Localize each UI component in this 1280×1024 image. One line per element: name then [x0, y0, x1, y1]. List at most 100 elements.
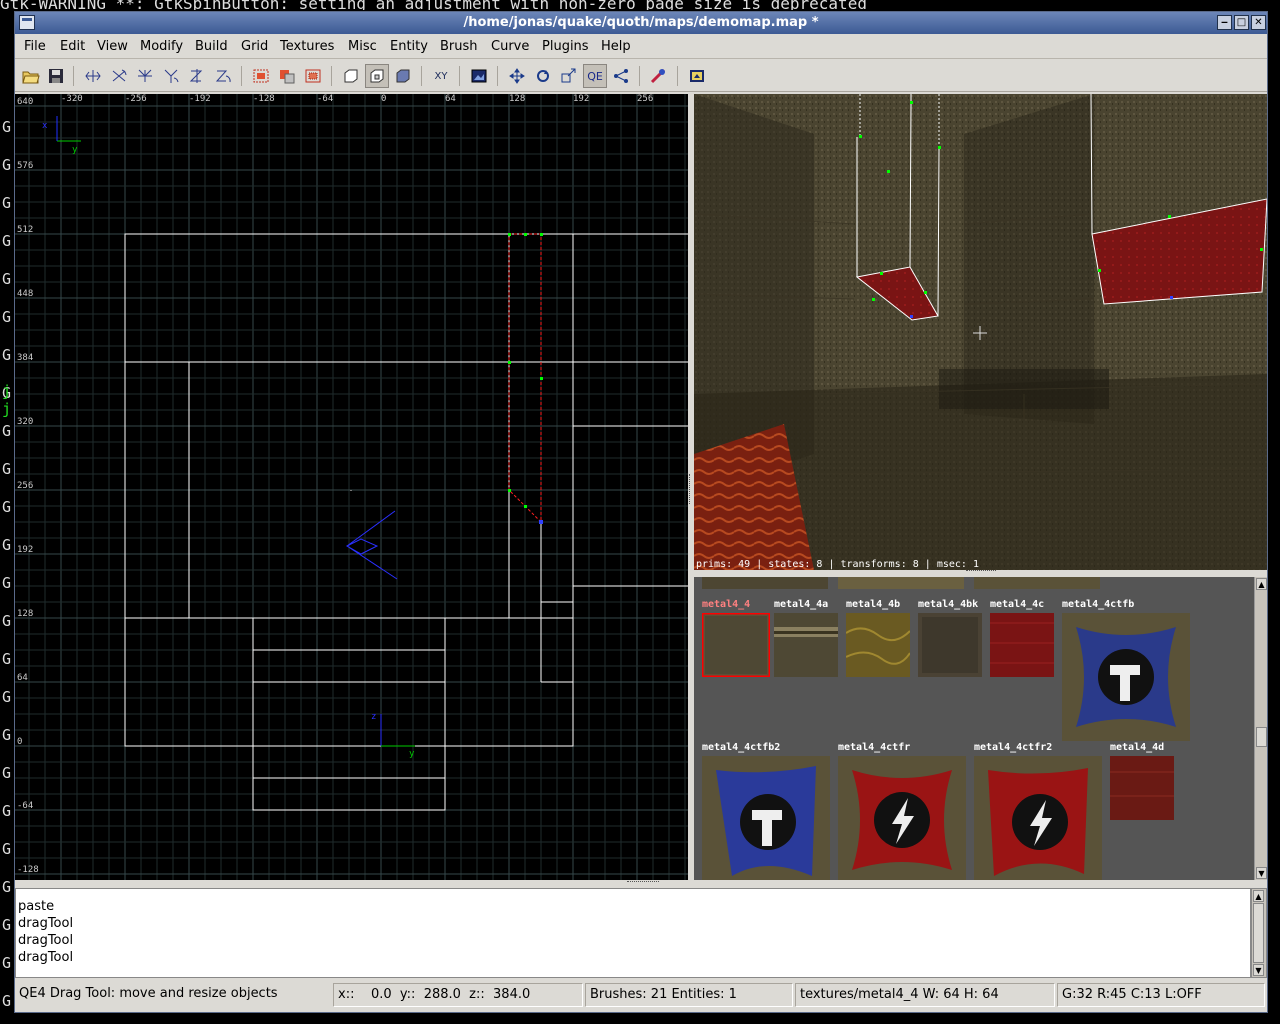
flip-y-icon[interactable] — [133, 64, 157, 88]
flip-z-icon[interactable] — [185, 64, 209, 88]
menu-view[interactable]: View — [97, 39, 128, 54]
minimize-button[interactable]: ‒ — [1217, 15, 1232, 30]
texture-metal4-4ctfb[interactable]: metal4_4ctfb — [1062, 599, 1192, 741]
camera-scene[interactable] — [694, 94, 1267, 570]
scroll-up-icon[interactable]: ▲ — [1256, 578, 1267, 590]
ruler-left: 640 576 512 448 384 320 256 192 128 64 0 -64 -128 — [15, 94, 45, 880]
scroll-down-icon[interactable]: ▼ — [1253, 964, 1264, 976]
scroll-down-icon[interactable]: ▼ — [1256, 867, 1267, 879]
menu-edit[interactable]: Edit — [60, 39, 85, 54]
maximize-button[interactable]: □ — [1234, 15, 1249, 30]
menu-misc[interactable]: Misc — [348, 39, 377, 54]
menu-build[interactable]: Build — [195, 39, 228, 54]
texture-metal4-4ctfr2[interactable]: metal4_4ctfr2 — [974, 742, 1104, 880]
plugin-icon[interactable] — [685, 64, 709, 88]
rotate-x-icon[interactable] — [107, 64, 131, 88]
camera-texture-splitter[interactable] — [694, 570, 1267, 577]
console-line: dragTool — [18, 950, 74, 965]
menu-modify[interactable]: Modify — [140, 39, 183, 54]
texture-metal4-4d[interactable]: metal4_4d — [1110, 742, 1180, 832]
scroll-up-icon[interactable]: ▲ — [1253, 890, 1264, 902]
ruler-x-label: -64 — [317, 94, 334, 104]
select-touching-icon[interactable] — [275, 64, 299, 88]
texture-metal4-4[interactable]: metal4_4 — [702, 599, 772, 689]
save-icon[interactable] — [44, 64, 68, 88]
console-splitter[interactable] — [15, 880, 1267, 888]
terminal-char: G — [2, 726, 12, 744]
camera-3d-view[interactable]: prims: 49 | states: 8 | transforms: 8 | … — [694, 94, 1267, 570]
terminal-char: G — [2, 536, 12, 554]
select-inside-icon[interactable] — [301, 64, 325, 88]
ruler-x-label: -320 — [61, 94, 83, 104]
texture-scrollbar[interactable]: ▲ ▼ — [1254, 577, 1267, 880]
status-tool: QE4 Drag Tool: move and resize objects — [19, 986, 278, 1001]
close-button[interactable]: ✕ — [1251, 15, 1266, 30]
change-view-label: XY — [434, 70, 448, 82]
qe-drag-tool-button[interactable]: QE — [583, 64, 607, 88]
console-scrollbar[interactable]: ▲ ▼ — [1251, 888, 1267, 978]
texture-metal4-4a[interactable]: metal4_4a — [774, 599, 844, 689]
texture-view-icon[interactable] — [467, 64, 491, 88]
entity-marker — [350, 490, 352, 491]
xy-grid-view[interactable]: x y z y -320 -256 -192 -128 -64 0 64 128 192 256 … — [15, 94, 688, 880]
terminal-char: G — [2, 156, 12, 174]
ruler-y-label: 320 — [17, 417, 34, 427]
handle — [508, 361, 511, 364]
rotate-y-icon[interactable] — [159, 64, 183, 88]
menu-curve[interactable]: Curve — [491, 39, 529, 54]
handle — [540, 377, 543, 380]
menu-entity[interactable]: Entity — [390, 39, 428, 54]
axis-origin-h-label: y — [409, 749, 415, 759]
texture-metal4-4ctfr[interactable]: metal4_4ctfr — [838, 742, 968, 880]
qe-label: QE — [587, 69, 603, 83]
camera-icon — [345, 510, 398, 580]
texture-metal4-4bk[interactable]: metal4_4bk — [918, 599, 988, 689]
scroll-thumb[interactable] — [1253, 903, 1264, 963]
clipper-icon[interactable] — [609, 64, 633, 88]
ruler-x-label: 256 — [637, 94, 654, 104]
console-line: paste — [18, 899, 55, 914]
drag-tool-icon[interactable] — [505, 64, 529, 88]
scale-tool-icon[interactable] — [557, 64, 581, 88]
select-complete-tall-icon[interactable] — [249, 64, 273, 88]
ruler-y-label: 384 — [17, 353, 34, 363]
handle — [524, 505, 527, 508]
terminal-char: G — [2, 460, 12, 478]
terminal-warning-line: Gtk-WARNING **: GtkSpinButton: setting a… — [0, 0, 867, 10]
texture-browser[interactable]: metal4_4 metal4_4a metal4_4b metal4_4bk … — [694, 577, 1254, 880]
xy-grid-canvas[interactable]: x y z y — [15, 94, 688, 880]
ruler-y-label: 128 — [17, 609, 34, 619]
terminal-char: G — [2, 308, 12, 326]
console-output[interactable]: ‾ paste dragTool dragTool dragTool — [15, 888, 1251, 978]
texture-metal4-4c[interactable]: metal4_4c — [990, 599, 1060, 689]
texture-metal4-4b[interactable]: metal4_4b — [846, 599, 916, 689]
title-bar[interactable]: /home/jonas/quake/quoth/maps/demomap.map… — [15, 12, 1267, 34]
ruler-y-label: 64 — [17, 673, 28, 683]
handle — [508, 233, 511, 236]
csg-hollow-icon[interactable] — [365, 64, 389, 88]
csg-merge-icon[interactable] — [391, 64, 415, 88]
menu-textures[interactable]: Textures — [280, 39, 334, 54]
flip-x-icon[interactable] — [81, 64, 105, 88]
open-icon[interactable] — [19, 64, 43, 88]
change-view-icon[interactable]: XY — [429, 64, 453, 88]
ruler-y-label: 256 — [17, 481, 34, 491]
texture-label: metal4_4d — [1110, 742, 1165, 753]
rotate-tool-icon[interactable] — [531, 64, 555, 88]
scroll-thumb[interactable] — [1256, 727, 1267, 747]
csg-subtract-icon[interactable] — [339, 64, 363, 88]
terminal-char: G — [2, 346, 12, 364]
ruler-y-label: 640 — [17, 97, 34, 107]
menu-brush[interactable]: Brush — [440, 39, 478, 54]
terminal-char: G — [2, 118, 12, 136]
menu-file[interactable]: File — [24, 39, 46, 54]
status-coords: x:: 0.0 y:: 288.0 z:: 384.0 — [333, 983, 583, 1007]
patch-bend-icon[interactable] — [647, 64, 671, 88]
rotate-z-icon[interactable] — [211, 64, 235, 88]
menu-help[interactable]: Help — [601, 39, 631, 54]
texture-metal4-4ctfb2[interactable]: metal4_4ctfb2 — [702, 742, 832, 880]
menu-grid[interactable]: Grid — [241, 39, 268, 54]
handle — [540, 233, 543, 236]
menu-plugins[interactable]: Plugins — [542, 39, 589, 54]
texture-label: metal4_4ctfr2 — [974, 742, 1053, 753]
